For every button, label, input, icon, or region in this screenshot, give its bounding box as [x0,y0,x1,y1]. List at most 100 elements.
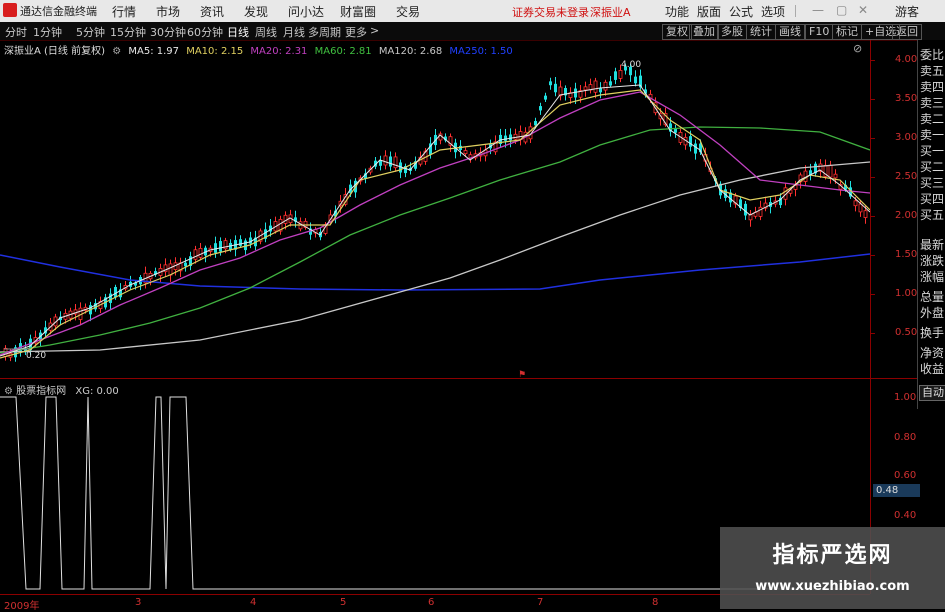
divider [795,5,796,17]
maximize-icon[interactable]: ▢ [836,3,847,17]
sub-y-tick: 0.40 [894,510,917,521]
quote-item[interactable]: 最新 [920,238,944,252]
menu-function[interactable]: 功能 [665,3,689,20]
menu-options[interactable]: 选项 [761,3,785,20]
candle-body [393,156,398,169]
quote-side-panel: 委比 卖五 卖四 卖三 卖二 卖一 买一 买二 买三 买四 买五 最新 涨跌 涨… [917,40,945,409]
candle-body [534,120,537,126]
quote-item[interactable]: 卖三 [920,96,944,110]
quote-item[interactable]: 买五 [920,208,944,222]
candle-body [239,239,242,246]
tick-mark [871,138,875,139]
tick-mark [871,333,875,334]
candle-body [863,210,868,218]
candle-body [383,155,388,166]
quote-item[interactable]: 卖一 [920,128,944,142]
user-guest[interactable]: 游客 [895,3,919,20]
y-tick: 2.50 [895,171,918,182]
tick-mark [871,255,875,256]
period-15min[interactable]: 15分钟 [110,24,146,40]
candle-body [858,203,863,213]
menu-discover[interactable]: 发现 [244,3,268,20]
candle-body [389,156,392,167]
tick-mark [871,216,875,217]
tool-adjust[interactable]: 复权 [662,24,692,40]
quote-item[interactable]: 卖四 [920,80,944,94]
menu-news[interactable]: 资讯 [200,3,224,20]
candle-body [198,248,203,258]
tool-mark[interactable]: 标记 [832,24,862,40]
candle-body [539,106,542,111]
tool-multi-stock[interactable]: 多股 [717,24,747,40]
x-label: 7 [537,597,544,608]
period-30min[interactable]: 30分钟 [150,24,186,40]
menu-wealth[interactable]: 财富圈 [340,3,376,20]
x-label: 6 [428,597,435,608]
period-5min[interactable]: 5分钟 [76,24,105,40]
tool-overlay[interactable]: 叠加 [689,24,719,40]
period-multi[interactable]: 多周期 [308,24,341,40]
chevron-right-icon[interactable]: > [370,24,379,37]
candlestick-chart[interactable] [0,40,870,378]
period-monthly[interactable]: 月线 [283,24,305,40]
title-bar: 通达信金融终端 行情 市场 资讯 发现 问小达 财富圈 交易 证券交易未登录 深… [0,0,945,23]
candle-body [168,263,173,276]
period-60min[interactable]: 60分钟 [187,24,223,40]
quote-item[interactable]: 卖二 [920,112,944,126]
login-notice[interactable]: 证券交易未登录 [512,4,589,20]
sub-y-tick: 0.80 [894,432,917,443]
high-price-label: 4.00 [621,60,642,70]
menu-market[interactable]: 市场 [156,3,180,20]
candle-body [694,143,697,154]
tool-f10[interactable]: F10 [805,24,834,40]
auto-button[interactable]: 自动 [919,385,945,401]
candle-body [109,293,112,303]
period-intraday[interactable]: 分时 [5,24,27,40]
quote-item[interactable]: 买二 [920,160,944,174]
quote-item[interactable]: 买一 [920,144,944,158]
quote-item[interactable]: 外盘 [920,306,944,320]
tick-mark [871,177,875,178]
period-1min[interactable]: 1分钟 [33,24,62,40]
quote-item[interactable]: 总量 [920,290,944,304]
tool-draw[interactable]: 画线 [775,24,805,40]
minimize-icon[interactable]: — [812,3,824,17]
candle-body [599,88,602,93]
x-label: 3 [135,597,142,608]
candle-body [609,81,612,86]
quote-item[interactable]: 净资 [920,346,944,360]
period-weekly[interactable]: 周线 [255,24,277,40]
y-tick: 3.00 [895,132,918,143]
quote-item[interactable]: 买三 [920,176,944,190]
y-tick: 1.50 [895,249,918,260]
period-daily[interactable]: 日线 [227,24,249,40]
close-icon[interactable]: ✕ [858,3,868,17]
quote-item[interactable]: 涨跌 [920,254,944,268]
menu-quotes[interactable]: 行情 [112,3,136,20]
tool-stats[interactable]: 统计 [746,24,776,40]
period-more[interactable]: 更多 [345,24,367,40]
menu-trade[interactable]: 交易 [396,3,420,20]
candle-body [689,136,692,147]
quote-item[interactable]: 涨幅 [920,270,944,284]
watermark-url: www.xuezhibiao.com [755,579,910,594]
quote-item[interactable]: 收益 [920,362,944,376]
ma5-line [0,84,870,357]
ma60-line [0,126,870,354]
candle-body [593,80,598,93]
quote-item[interactable]: 卖五 [920,64,944,78]
quote-item[interactable]: 买四 [920,192,944,206]
x-label: 4 [250,597,257,608]
panel-divider [0,378,917,379]
candle-body [193,249,198,260]
menu-formula[interactable]: 公式 [729,3,753,20]
tool-back[interactable]: 返回 [892,24,922,40]
menu-ask[interactable]: 问小达 [288,3,324,20]
quote-item[interactable]: 委比 [920,48,944,62]
y-tick: 3.50 [895,93,918,104]
candle-body [549,81,552,86]
current-value-badge: 0.48 [873,484,920,497]
quote-item[interactable]: 换手 [920,326,944,340]
menu-layout[interactable]: 版面 [697,3,721,20]
watermark-overlay: 指标严选网 www.xuezhibiao.com [720,527,945,609]
